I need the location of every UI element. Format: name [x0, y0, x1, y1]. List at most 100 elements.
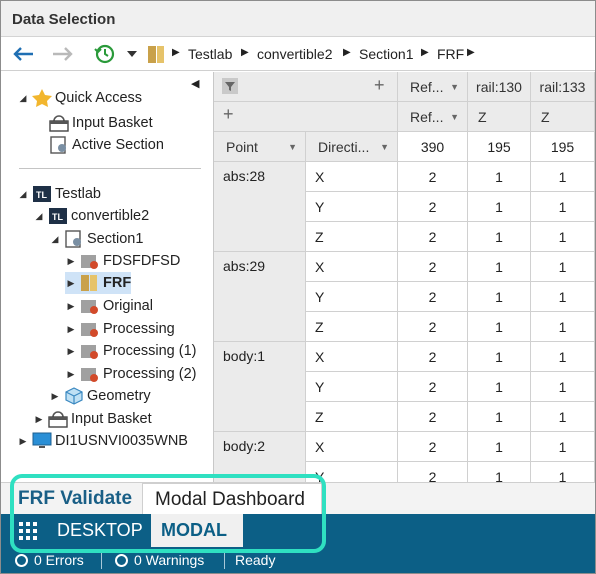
tree-item-section1[interactable]: ◢ Section1: [49, 228, 143, 250]
column-header-z[interactable]: Z: [468, 102, 531, 132]
tree-item-input-basket-2[interactable]: ▶ Input Basket: [33, 408, 152, 430]
crumb-separator-icon[interactable]: ▶: [241, 47, 249, 58]
collapsed-icon[interactable]: ▶: [65, 278, 77, 289]
forward-arrow-icon[interactable]: [50, 41, 76, 67]
column-header-direction[interactable]: Directi... ▼: [306, 132, 398, 162]
tree-item-input-basket[interactable]: Input Basket: [49, 112, 153, 134]
ref-value-cell[interactable]: 2: [398, 402, 468, 432]
column-header-ref-2[interactable]: Ref... ▼: [398, 102, 468, 132]
column-header-z[interactable]: Z: [531, 102, 595, 132]
sort-dropdown-icon[interactable]: ▼: [450, 112, 459, 122]
expanded-icon[interactable]: ◢: [17, 93, 29, 104]
tree-item-processing-2[interactable]: ▶ Processing (2): [65, 363, 196, 385]
point-cell-body1[interactable]: body:1: [214, 342, 306, 432]
rail130-value-cell[interactable]: 1: [468, 252, 531, 282]
crumb-separator-icon[interactable]: ▶: [421, 47, 429, 58]
breadcrumb-testlab[interactable]: Testlab: [188, 46, 232, 62]
ref-value-cell[interactable]: 2: [398, 432, 468, 462]
tree-item-processing-1[interactable]: ▶ Processing (1): [65, 340, 196, 362]
collapsed-icon[interactable]: ▶: [65, 256, 77, 267]
tab-frf-validate[interactable]: FRF Validate: [1, 483, 141, 515]
tree-item-testlab[interactable]: ◢ TL Testlab: [17, 183, 101, 205]
tree-item-geometry[interactable]: ▶ Geometry: [49, 385, 151, 407]
rail130-value-cell[interactable]: 1: [468, 162, 531, 192]
ref-value-cell[interactable]: 2: [398, 192, 468, 222]
collapsed-icon[interactable]: ▶: [65, 324, 77, 335]
column-header-195[interactable]: 195: [531, 132, 595, 162]
point-cell-abs28[interactable]: abs:28: [214, 162, 306, 252]
column-header-point[interactable]: Point ▼: [214, 132, 306, 162]
point-cell-body2[interactable]: body:2: [214, 432, 306, 482]
tab-modal-dashboard[interactable]: Modal Dashboard: [142, 483, 322, 515]
rail130-value-cell[interactable]: 1: [468, 342, 531, 372]
column-header-ref[interactable]: Ref... ▼: [398, 72, 468, 102]
collapsed-icon[interactable]: ▶: [65, 301, 77, 312]
rail133-value-cell[interactable]: 1: [531, 162, 595, 192]
tree-item-computer[interactable]: ▶ DI1USNVI0035WNB: [17, 430, 188, 452]
column-header-rail130[interactable]: rail:130: [468, 72, 531, 102]
rail133-value-cell[interactable]: 1: [531, 282, 595, 312]
direction-cell[interactable]: Z: [306, 402, 398, 432]
tree-item-original[interactable]: ▶ Original: [65, 295, 153, 317]
add-column-icon[interactable]: +: [223, 104, 234, 125]
direction-cell[interactable]: X: [306, 432, 398, 462]
rail130-value-cell[interactable]: 1: [468, 372, 531, 402]
rail133-value-cell[interactable]: 1: [531, 402, 595, 432]
breadcrumb-section1[interactable]: Section1: [359, 46, 413, 62]
ref-value-cell[interactable]: 2: [398, 282, 468, 312]
rail133-value-cell[interactable]: 1: [531, 462, 595, 482]
breadcrumb-frf[interactable]: FRF: [437, 46, 464, 62]
collapsed-icon[interactable]: ▶: [65, 369, 77, 380]
collapsed-icon[interactable]: ▶: [17, 436, 29, 447]
crumb-separator-icon[interactable]: ▶: [467, 47, 475, 58]
apps-grid-icon[interactable]: [16, 514, 40, 547]
column-header-390[interactable]: 390: [398, 132, 468, 162]
direction-cell[interactable]: X: [306, 342, 398, 372]
tree-item-convertible2[interactable]: ◢ TL convertible2: [33, 205, 149, 227]
ref-value-cell[interactable]: 2: [398, 222, 468, 252]
ref-value-cell[interactable]: 2: [398, 162, 468, 192]
point-cell-abs29[interactable]: abs:29: [214, 252, 306, 342]
back-arrow-icon[interactable]: [10, 41, 36, 67]
workspace-desktop[interactable]: DESKTOP: [57, 514, 143, 547]
history-icon[interactable]: [93, 41, 117, 67]
ref-value-cell[interactable]: 2: [398, 462, 468, 482]
ref-value-cell[interactable]: 2: [398, 312, 468, 342]
rail130-value-cell[interactable]: 1: [468, 432, 531, 462]
direction-cell[interactable]: Z: [306, 222, 398, 252]
tree-item-fdsfdfsd[interactable]: ▶ FDSFDFSD: [65, 250, 180, 272]
rail133-value-cell[interactable]: 1: [531, 192, 595, 222]
rail130-value-cell[interactable]: 1: [468, 282, 531, 312]
tree-item-active-section[interactable]: Active Section: [49, 134, 164, 156]
rail133-value-cell[interactable]: 1: [531, 432, 595, 462]
rail130-value-cell[interactable]: 1: [468, 222, 531, 252]
errors-status[interactable]: 0 Errors: [15, 552, 84, 568]
ref-value-cell[interactable]: 2: [398, 342, 468, 372]
expanded-icon[interactable]: ◢: [33, 211, 45, 222]
tree-item-processing[interactable]: ▶ Processing: [65, 318, 175, 340]
collapse-pane-icon[interactable]: ◀: [191, 77, 199, 90]
breadcrumb-convertible2[interactable]: convertible2: [257, 46, 333, 62]
rail133-value-cell[interactable]: 1: [531, 342, 595, 372]
rail130-value-cell[interactable]: 1: [468, 462, 531, 482]
warnings-status[interactable]: 0 Warnings: [115, 552, 204, 568]
rail130-value-cell[interactable]: 1: [468, 402, 531, 432]
rail130-value-cell[interactable]: 1: [468, 192, 531, 222]
direction-cell[interactable]: X: [306, 252, 398, 282]
sort-dropdown-icon[interactable]: ▼: [450, 82, 459, 92]
tree-item-frf[interactable]: ▶ FRF: [65, 272, 132, 294]
sort-dropdown-icon[interactable]: ▼: [288, 142, 297, 152]
direction-cell[interactable]: Y: [306, 462, 398, 482]
direction-cell[interactable]: X: [306, 162, 398, 192]
rail130-value-cell[interactable]: 1: [468, 312, 531, 342]
sort-dropdown-icon[interactable]: ▼: [380, 142, 389, 152]
column-header-195[interactable]: 195: [468, 132, 531, 162]
crumb-separator-icon[interactable]: ▶: [343, 47, 351, 58]
tree-item-quick-access[interactable]: ◢ Quick Access: [17, 87, 142, 109]
filter-icon[interactable]: [222, 78, 238, 97]
add-row-icon[interactable]: +: [374, 75, 385, 96]
collapsed-icon[interactable]: ▶: [33, 414, 45, 425]
direction-cell[interactable]: Y: [306, 282, 398, 312]
workspace-modal[interactable]: MODAL: [151, 514, 243, 547]
rail133-value-cell[interactable]: 1: [531, 372, 595, 402]
